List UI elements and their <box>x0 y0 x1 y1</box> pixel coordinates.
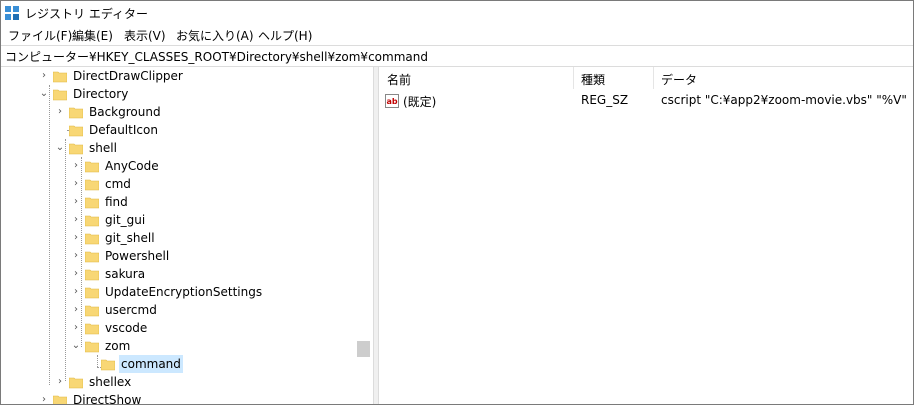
registry-editor-icon <box>5 6 19 20</box>
value-row[interactable]: ab (既定) REG_SZ cscript "C:¥app2¥zoom-mov… <box>379 91 913 111</box>
column-separator[interactable] <box>573 67 574 89</box>
value-name: (既定) <box>403 95 437 109</box>
folder-icon <box>85 269 99 281</box>
chevron-right-icon[interactable]: › <box>71 157 81 175</box>
address-bar[interactable]: コンピューター¥HKEY_CLASSES_ROOT¥Directory¥shel… <box>1 45 913 67</box>
column-header-type[interactable]: 種類 <box>581 71 605 88</box>
tree-scrollbar[interactable] <box>355 67 372 404</box>
chevron-down-icon[interactable]: ⌄ <box>55 139 65 157</box>
folder-icon <box>85 341 99 353</box>
chevron-right-icon[interactable]: › <box>71 193 81 211</box>
column-header-data[interactable]: データ <box>661 71 697 88</box>
folder-icon <box>85 233 99 245</box>
string-value-icon: ab <box>385 94 399 108</box>
chevron-right-icon[interactable]: › <box>71 265 81 283</box>
address-path[interactable]: コンピューター¥HKEY_CLASSES_ROOT¥Directory¥shel… <box>5 48 428 65</box>
value-type: REG_SZ <box>581 93 629 107</box>
folder-icon <box>85 323 99 335</box>
value-data: cscript "C:¥app2¥zoom-movie.vbs" "%V" <box>661 93 907 107</box>
title-bar: レジストリ エディター <box>1 1 913 25</box>
folder-icon <box>69 125 83 137</box>
menu-file[interactable]: ファイル(F) <box>7 27 73 44</box>
folder-icon <box>85 251 99 263</box>
chevron-right-icon[interactable]: › <box>55 373 65 391</box>
column-separator[interactable] <box>653 67 654 89</box>
chevron-right-icon[interactable]: › <box>39 67 49 85</box>
tree-connector <box>81 157 82 347</box>
folder-icon <box>69 377 83 389</box>
chevron-right-icon[interactable]: › <box>71 175 81 193</box>
folder-icon <box>85 305 99 317</box>
chevron-right-icon[interactable]: › <box>71 211 81 229</box>
folder-icon <box>85 287 99 299</box>
registry-editor-window: レジストリ エディター ファイル(F) 編集(E) 表示(V) お気に入り(A)… <box>0 0 914 405</box>
chevron-right-icon[interactable]: › <box>71 247 81 265</box>
value-list[interactable]: 名前 種類 データ ab (既定) REG_SZ cscript "C:¥app… <box>379 67 913 404</box>
folder-icon <box>85 179 99 191</box>
chevron-right-icon[interactable]: › <box>71 283 81 301</box>
chevron-right-icon[interactable]: › <box>39 391 49 404</box>
folder-icon <box>101 359 115 371</box>
folder-icon <box>85 161 99 173</box>
chevron-down-icon[interactable]: ⌄ <box>39 85 49 103</box>
menu-bar: ファイル(F) 編集(E) 表示(V) お気に入り(A) ヘルプ(H) <box>1 25 913 45</box>
menu-help[interactable]: ヘルプ(H) <box>257 27 313 44</box>
tree-connector <box>65 139 66 381</box>
folder-icon <box>69 143 83 155</box>
menu-favorites[interactable]: お気に入り(A) <box>175 27 255 44</box>
window-controls[interactable] <box>853 1 913 9</box>
chevron-down-icon[interactable]: ⌄ <box>71 337 81 355</box>
key-tree[interactable]: › DirectDrawClipper ⌄ Directory › Backgr… <box>1 67 373 404</box>
tree-connector <box>49 85 50 385</box>
tree-scrollbar-thumb[interactable] <box>357 341 370 357</box>
menu-view[interactable]: 表示(V) <box>123 27 167 44</box>
chevron-right-icon[interactable]: › <box>71 229 81 247</box>
folder-icon <box>53 89 67 101</box>
column-header-name[interactable]: 名前 <box>387 71 411 88</box>
chevron-right-icon[interactable]: › <box>71 319 81 337</box>
folder-icon <box>85 215 99 227</box>
menu-edit[interactable]: 編集(E) <box>71 27 114 44</box>
folder-icon <box>85 197 99 209</box>
folder-icon <box>53 395 67 404</box>
tree-connector <box>97 355 98 367</box>
folder-icon <box>53 71 67 83</box>
folder-icon <box>69 107 83 119</box>
window-title: レジストリ エディター <box>25 7 148 21</box>
chevron-right-icon[interactable]: › <box>71 301 81 319</box>
chevron-right-icon[interactable]: › <box>55 103 65 121</box>
